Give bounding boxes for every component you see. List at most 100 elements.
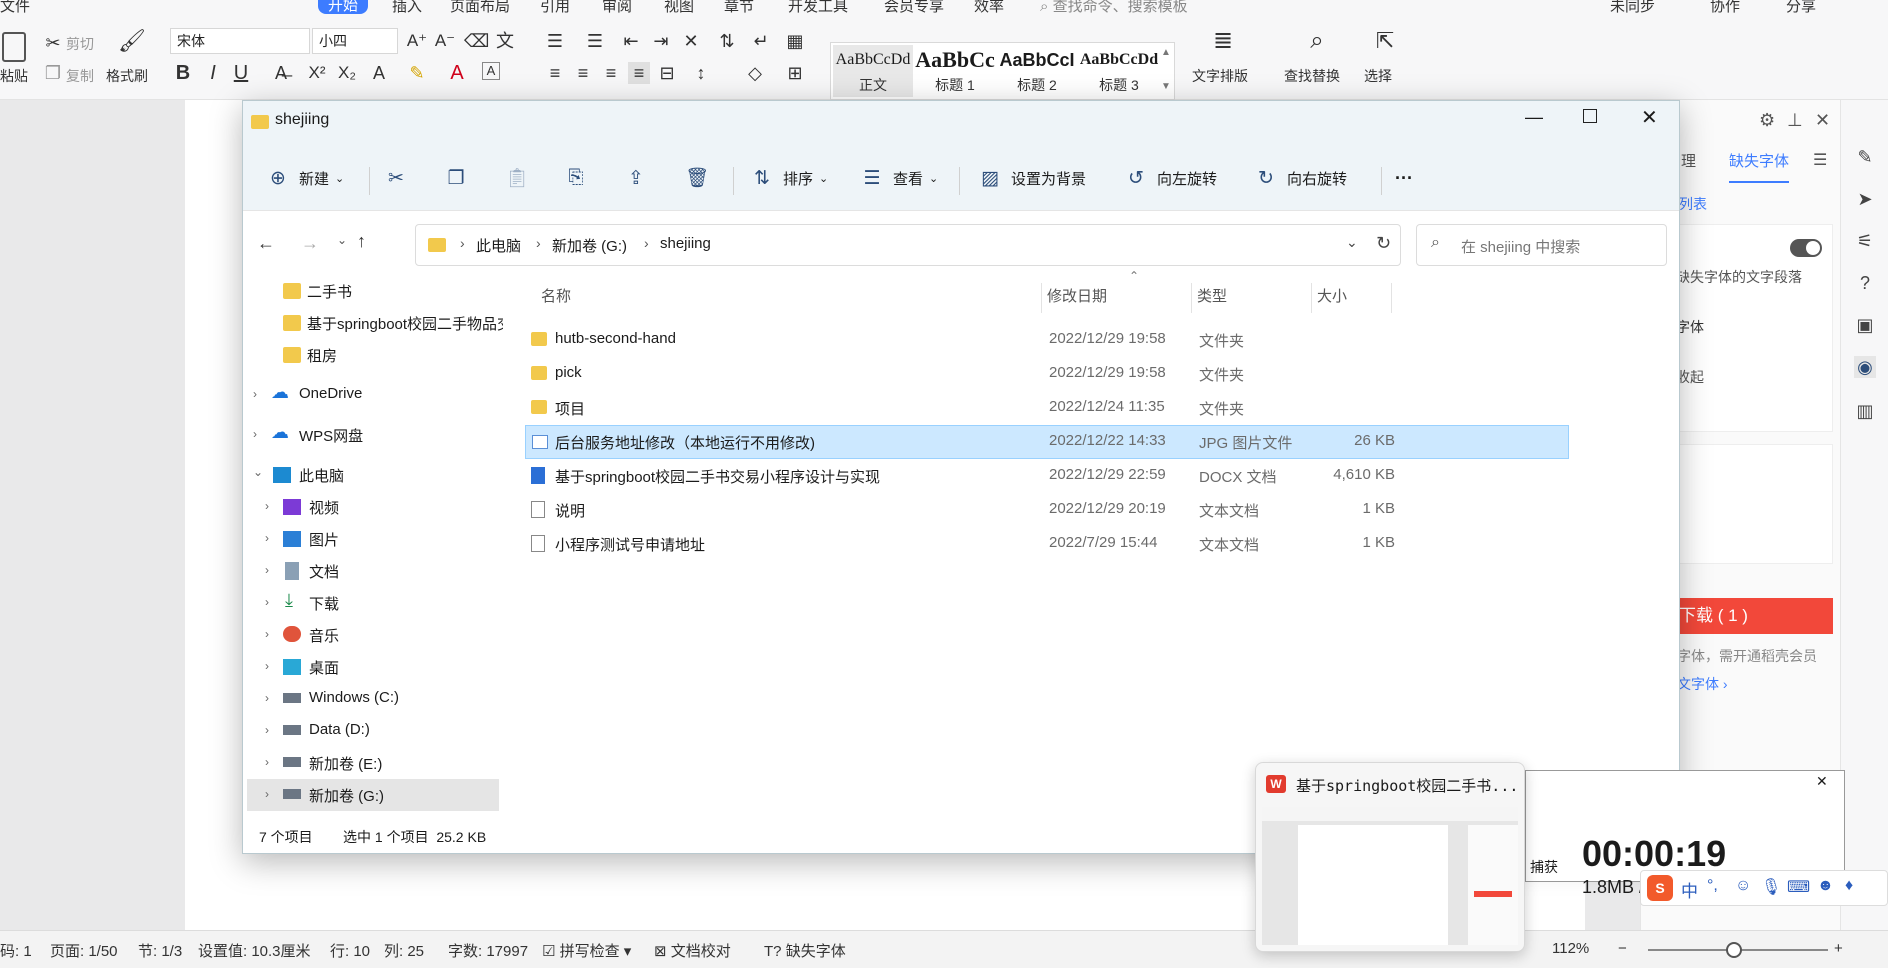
menu-view[interactable]: 视图 [664,0,694,14]
maximize-icon[interactable] [1583,109,1597,123]
share-button[interactable]: ⇪ [625,161,657,195]
panel-menu-icon[interactable]: ☰ [1813,150,1827,170]
copy-label[interactable]: 复制 [66,66,94,86]
nav-item-downloads[interactable]: › ⤓ 下载 [243,587,503,619]
nav-item-desktop[interactable]: › 桌面 [243,651,503,683]
char-border-icon[interactable]: A [482,62,500,80]
file-row[interactable]: pick 2022/12/29 19:58 文件夹 [525,357,1585,391]
file-row[interactable]: 基于springboot校园二手书交易小程序设计与实现 2022/12/29 2… [525,459,1585,493]
decrease-indent-icon[interactable]: ⇤ [620,30,642,52]
italic-icon[interactable]: I [202,62,224,84]
nav-item-drive-g[interactable]: › 新加卷 (G:) [247,779,499,811]
menu-member[interactable]: 会员专享 [884,0,944,14]
underline-icon[interactable]: U [230,62,252,84]
select-label[interactable]: 选择 [1364,66,1392,86]
forward-arrow-icon[interactable]: → [301,233,319,254]
explorer-title-bar[interactable]: shejiing — ✕ [243,101,1679,145]
breadcrumb-drive[interactable]: 新加卷 (G:) [552,235,627,256]
subscript-icon[interactable]: X₂ [336,62,358,84]
highlight-icon[interactable]: ✎ [406,62,428,84]
menu-efficiency[interactable]: 效率 [974,0,1004,14]
text-layout-icon[interactable]: ≣ [1212,29,1234,53]
panel-settings-icon[interactable]: ⚙ [1759,110,1775,131]
cut-label[interactable]: 剪切 [66,34,94,54]
taskbar-thumbnail-preview[interactable]: W 基于springboot校园二手书... [1255,762,1525,952]
recent-dropdown-icon[interactable]: ⌄ [337,233,347,247]
format-painter-label[interactable]: 格式刷 [106,66,148,86]
back-arrow-icon[interactable]: ← [257,233,275,254]
font-size-select[interactable]: 小四 [312,28,398,54]
align-right-icon[interactable]: ≡ [600,62,622,84]
user-icon[interactable]: ☻ [1817,877,1834,895]
menu-section[interactable]: 章节 [724,0,754,14]
line-spacing-icon[interactable]: ↕ [690,62,712,84]
nav-item-drive-d[interactable]: › Data (D:) [243,715,503,747]
panel-font-link[interactable]: 文字体 › [1677,674,1728,694]
shading-icon[interactable]: ◇ [744,62,766,84]
nav-item-onedrive[interactable]: › ☁ OneDrive [243,379,503,411]
nav-item-music[interactable]: › 音乐 [243,619,503,651]
align-center-icon[interactable]: ≡ [572,62,594,84]
paste-icon[interactable] [2,32,26,62]
text-layout-label[interactable]: 文字排版 [1192,66,1248,86]
style-heading-1[interactable]: AaBbCc 标题 1 [915,45,995,97]
menu-reference[interactable]: 引用 [540,0,570,14]
table-tools-icon[interactable]: ▦ [784,30,806,52]
panel-tab-missing-font[interactable]: 缺失字体 [1729,150,1790,183]
missing-font-status[interactable]: T? 缺失字体 [764,940,846,961]
pen-icon[interactable]: ✎ [1854,146,1876,168]
bullet-list-icon[interactable]: ☰ [544,30,566,52]
chinese-layout-icon[interactable]: ✕ [680,30,702,52]
file-row[interactable]: 说明 2022/12/29 20:19 文本文档 1 KB [525,493,1585,527]
menu-review[interactable]: 审阅 [602,0,632,14]
punctuation-icon[interactable]: °, [1707,877,1718,895]
increase-indent-icon[interactable]: ⇥ [650,30,672,52]
find-replace-icon[interactable]: ⌕ [1306,29,1328,53]
shrink-font-icon[interactable]: A⁻ [434,30,456,52]
sync-status[interactable]: 未同步 [1610,0,1655,14]
font-name-select[interactable]: 宋体 [170,28,310,54]
sogou-logo-icon[interactable]: S [1647,875,1673,901]
file-row-selected[interactable]: 后台服务地址修改（本地运行不用修改) 2022/12/22 14:33 JPG … [525,425,1569,459]
help-icon[interactable]: ? [1854,272,1876,294]
align-left-icon[interactable]: ≡ [544,62,566,84]
rotate-left-button[interactable]: ↺ 向左旋转 [1125,161,1217,195]
view-button[interactable]: ☰ 查看 ⌄ [861,161,938,195]
breadcrumb-this-pc[interactable]: 此电脑 [476,235,521,256]
nav-item-pictures[interactable]: › 图片 [243,523,503,555]
panel-list-link[interactable]: 列表 [1679,194,1707,214]
skin-icon[interactable]: ♦ [1845,877,1853,895]
status-words[interactable]: 字数: 17997 [448,940,528,961]
minimize-icon[interactable]: — [1525,107,1543,128]
menu-home[interactable]: 开始 [318,0,369,14]
font-color-icon[interactable]: A [446,62,468,84]
panel-toggle[interactable] [1790,239,1822,257]
image-tool-icon[interactable]: ▣ [1854,314,1876,336]
file-row[interactable]: 小程序测试号申请地址 2022/7/29 15:44 文本文档 1 KB [525,527,1585,561]
paste-button[interactable]: 📋︎ [505,161,537,195]
nav-item-documents[interactable]: › 文档 [243,555,503,587]
book-icon[interactable]: ▥ [1854,400,1876,422]
scissors-icon[interactable]: ✂ [42,32,64,54]
justify-icon[interactable]: ≡ [628,62,650,84]
search-box[interactable]: ⌕ 在 shejiing 中搜索 [1416,224,1667,266]
share-button[interactable]: 分享 [1786,0,1816,14]
recorder-close-icon[interactable]: ✕ [1816,773,1828,790]
panel-close-icon[interactable]: ✕ [1815,110,1830,131]
download-font-button[interactable]: 下载 ( 1 ) [1671,598,1833,634]
nav-item-wps-drive[interactable]: › ☁ WPS网盘 [243,419,503,451]
refresh-icon[interactable]: ↻ [1376,233,1391,254]
panel-pin-icon[interactable]: ⊥ [1787,110,1803,131]
zoom-level[interactable]: 112% [1552,940,1589,957]
more-options-button[interactable]: ··· [1395,161,1413,195]
menu-file[interactable]: 文件 [0,0,30,14]
strike-icon[interactable]: A̶ [270,62,292,84]
set-background-button[interactable]: ▨ 设置为背景 [979,161,1086,195]
status-page[interactable]: 页面: 1/50 [50,940,118,961]
doc-proof-button[interactable]: ⊠ 文档校对 [654,940,731,961]
breadcrumb-current[interactable]: shejiing [660,235,711,252]
zoom-in-icon[interactable]: + [1834,940,1843,957]
nav-item-secondhand-books[interactable]: 二手书 [243,275,503,307]
show-marks-icon[interactable]: ↵ [750,30,772,52]
microphone-icon[interactable]: 🎙︎ [1761,877,1781,897]
